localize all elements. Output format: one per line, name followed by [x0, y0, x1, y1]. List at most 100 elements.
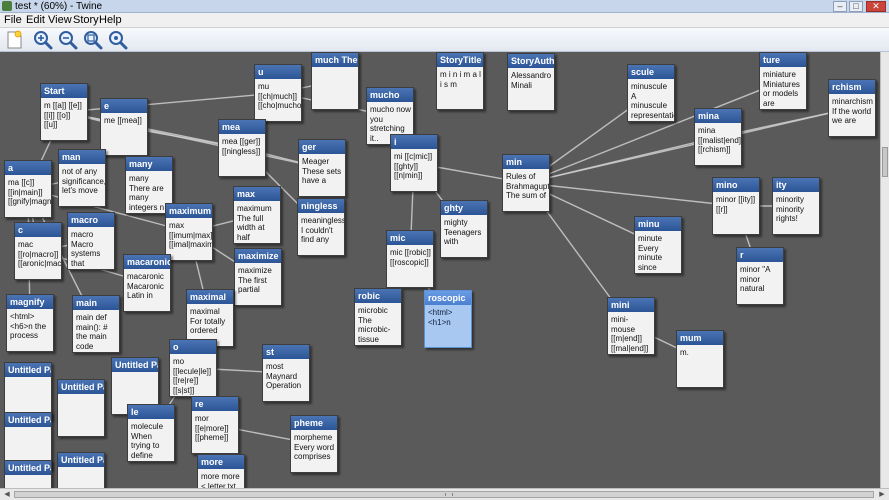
- passage-card[interactable]: ghty mighty Teenagers with: [440, 200, 488, 258]
- menu-story[interactable]: Story: [73, 14, 99, 27]
- horizontal-scrollbar[interactable]: ◀ ▶: [0, 488, 889, 500]
- link-16-24: [525, 182, 737, 207]
- passage-card[interactable]: min Rules of Brahmagupta The sum of: [502, 154, 550, 212]
- passage-card[interactable]: minu minute Every minute since: [634, 216, 682, 274]
- passage-title: mum: [677, 331, 723, 345]
- scroll-right-icon[interactable]: ▶: [877, 490, 887, 499]
- passage-card[interactable]: roscopic <html><h1>n: [424, 290, 472, 348]
- passage-card[interactable]: Untitled Passage: [57, 452, 105, 488]
- passage-title: Untitled Passage: [112, 358, 158, 372]
- minimize-icon[interactable]: –: [833, 1, 847, 12]
- menu-edit[interactable]: Edit: [26, 14, 45, 27]
- passage-title: ity: [773, 178, 819, 192]
- zoom-reset-icon[interactable]: [108, 30, 128, 50]
- passage-card[interactable]: scule minuscule A minuscule representatio…: [627, 64, 675, 122]
- zoom-in-icon[interactable]: [33, 30, 53, 50]
- menu-file[interactable]: File: [4, 14, 22, 27]
- passage-card[interactable]: u mu [[ch|much]] [[cho|mucho]]: [254, 64, 302, 122]
- passage-card[interactable]: pheme morpheme Every word comprises: [290, 415, 338, 473]
- passage-card[interactable]: mea mea [[ger]] [[ningless]]: [218, 119, 266, 177]
- maximize-icon[interactable]: □: [849, 1, 863, 12]
- passage-card[interactable]: robic microbic The microbic-tissue affini…: [354, 288, 402, 346]
- passage-card[interactable]: Untitled Passage: [57, 379, 105, 437]
- passage-card[interactable]: st most Maynard Operation: [262, 344, 310, 402]
- passage-card[interactable]: a ma [[c]] [[in|main]] [[gnify|magnify]]: [4, 160, 52, 218]
- twine-app-icon: [2, 1, 12, 11]
- passage-title: roscopic: [425, 291, 471, 305]
- passage-card[interactable]: maximize maximize The first partial: [234, 248, 282, 306]
- passage-title: magnify: [7, 295, 53, 309]
- passage-title: minu: [635, 217, 681, 231]
- passage-card[interactable]: StoryTitle m i n i m a l i s m: [436, 52, 484, 110]
- passage-card[interactable]: more more more < letter.txt type: [197, 454, 245, 488]
- menubar: File Edit View Story Help: [0, 13, 889, 28]
- passage-card[interactable]: ningless meaningless I couldn't find any: [297, 198, 345, 256]
- passage-title: mini: [608, 298, 654, 312]
- passage-card[interactable]: mum m.: [676, 330, 724, 388]
- passage-title: mucho: [367, 88, 413, 102]
- passage-title: ger: [299, 140, 345, 154]
- passage-card[interactable]: ger Meager These sets have a: [298, 139, 346, 197]
- passage-title: pheme: [291, 416, 337, 430]
- passage-card[interactable]: Start m [[a]] [[e]] [[i]] [[o]] [[u]]: [40, 83, 88, 141]
- scroll-left-icon[interactable]: ◀: [2, 490, 12, 499]
- passage-card[interactable]: rchism minarchism If the world we are: [828, 79, 876, 137]
- passage-card[interactable]: i mi [[c|mic]] [[ghty]] [[n|min]]: [390, 134, 438, 192]
- passage-excerpt: ma [[c]] [[in|main]] [[gnify|magnify]]: [8, 178, 51, 206]
- passage-card[interactable]: much The popularity of MuchMusic: [311, 52, 359, 110]
- passage-card[interactable]: maximum max [[imum|max]] [[imal|maximal]]: [165, 203, 213, 261]
- close-icon[interactable]: ✕: [866, 1, 886, 12]
- passage-card[interactable]: macaronic macaronic Macaronic Latin in: [123, 254, 171, 312]
- zoom-out-icon[interactable]: [58, 30, 78, 50]
- passage-title: min: [503, 155, 549, 169]
- passage-title: much The popularity of MuchMusic: [312, 53, 358, 67]
- passage-title: Untitled Passage: [5, 461, 51, 475]
- passage-excerpt: minute Every minute since: [638, 234, 663, 272]
- passage-card[interactable]: mina mina [[malist|end]] [[rchism]]: [694, 108, 742, 166]
- passage-title: macro: [68, 213, 114, 227]
- story-map-canvas[interactable]: Start m [[a]] [[e]] [[i]] [[o]] [[u]] e me …: [0, 52, 880, 488]
- passage-card[interactable]: re mor [[e|more]] [[pheme]]: [191, 396, 239, 454]
- passage-card[interactable]: r minor "A minor natural: [736, 247, 784, 305]
- passage-card[interactable]: ture miniature Miniatures or models are: [759, 52, 807, 110]
- vertical-scroll-thumb[interactable]: [882, 147, 888, 177]
- passage-card[interactable]: o mo [[lecule|le]] [[re|re]] [[s|st]]: [169, 339, 217, 397]
- passage-card[interactable]: magnify <html><h6>n the process: [6, 294, 54, 352]
- passage-excerpt: [5, 475, 51, 478]
- zoom-fit-icon[interactable]: [83, 30, 103, 50]
- passage-excerpt: mor [[e|more]] [[pheme]]: [195, 414, 229, 442]
- passage-card[interactable]: max maximum The full width at half: [233, 186, 281, 244]
- passage-card[interactable]: man not of any significance, let's move: [58, 149, 106, 207]
- passage-card[interactable]: Untitled Passage: [4, 460, 52, 488]
- passage-excerpt: main def main(): # the main code: [76, 313, 108, 351]
- passage-excerpt: more more < letter.txt type: [201, 472, 240, 488]
- vertical-scrollbar[interactable]: [880, 52, 889, 488]
- passage-card[interactable]: mini mini-mouse [[m|end]] [[mal|end]]: [607, 297, 655, 355]
- passage-card[interactable]: StoryAuthor Alessandro Minali: [507, 53, 555, 111]
- passage-excerpt: not of any significance, let's move: [62, 167, 105, 195]
- passage-excerpt: maximize The first partial: [238, 266, 272, 294]
- passage-excerpt: meaningless I couldn't find any: [301, 216, 344, 244]
- passage-excerpt: Rules of Brahmagupta The sum of: [506, 172, 549, 200]
- passage-card[interactable]: macro macro Macro systems that: [67, 212, 115, 270]
- menu-view[interactable]: View: [48, 14, 72, 27]
- passage-title: a: [5, 161, 51, 175]
- passage-title: Untitled Passage: [58, 453, 104, 467]
- passage-card[interactable]: main main def main(): # the main code: [72, 295, 120, 353]
- passage-card[interactable]: mic mic [[robic]] [[roscopic]]: [386, 230, 434, 288]
- passage-excerpt: me [[mea]]: [104, 116, 142, 125]
- menu-help[interactable]: Help: [99, 14, 122, 27]
- passage-excerpt: max [[imum|max]] [[imal|maximal]]: [169, 221, 212, 249]
- horizontal-scroll-thumb[interactable]: [14, 491, 874, 498]
- passage-excerpt: mighty Teenagers with: [444, 218, 482, 246]
- passage-title: e: [101, 99, 147, 113]
- passage-title: StoryAuthor: [508, 54, 554, 68]
- passage-excerpt: minority minority rights!: [776, 195, 805, 223]
- passage-card[interactable]: ity minority minority rights!: [772, 177, 820, 235]
- passage-card[interactable]: e me [[mea]]: [100, 98, 148, 156]
- passage-card[interactable]: mino minor [[ity]] [[r]]: [712, 177, 760, 235]
- passage-card[interactable]: le molecule When trying to define: [127, 404, 175, 462]
- passage-card[interactable]: c mac [[ro|macro]] [[aronic|macaronic]]: [14, 222, 62, 280]
- passage-title: maximal: [187, 290, 233, 304]
- new-passage-icon[interactable]: [4, 30, 24, 50]
